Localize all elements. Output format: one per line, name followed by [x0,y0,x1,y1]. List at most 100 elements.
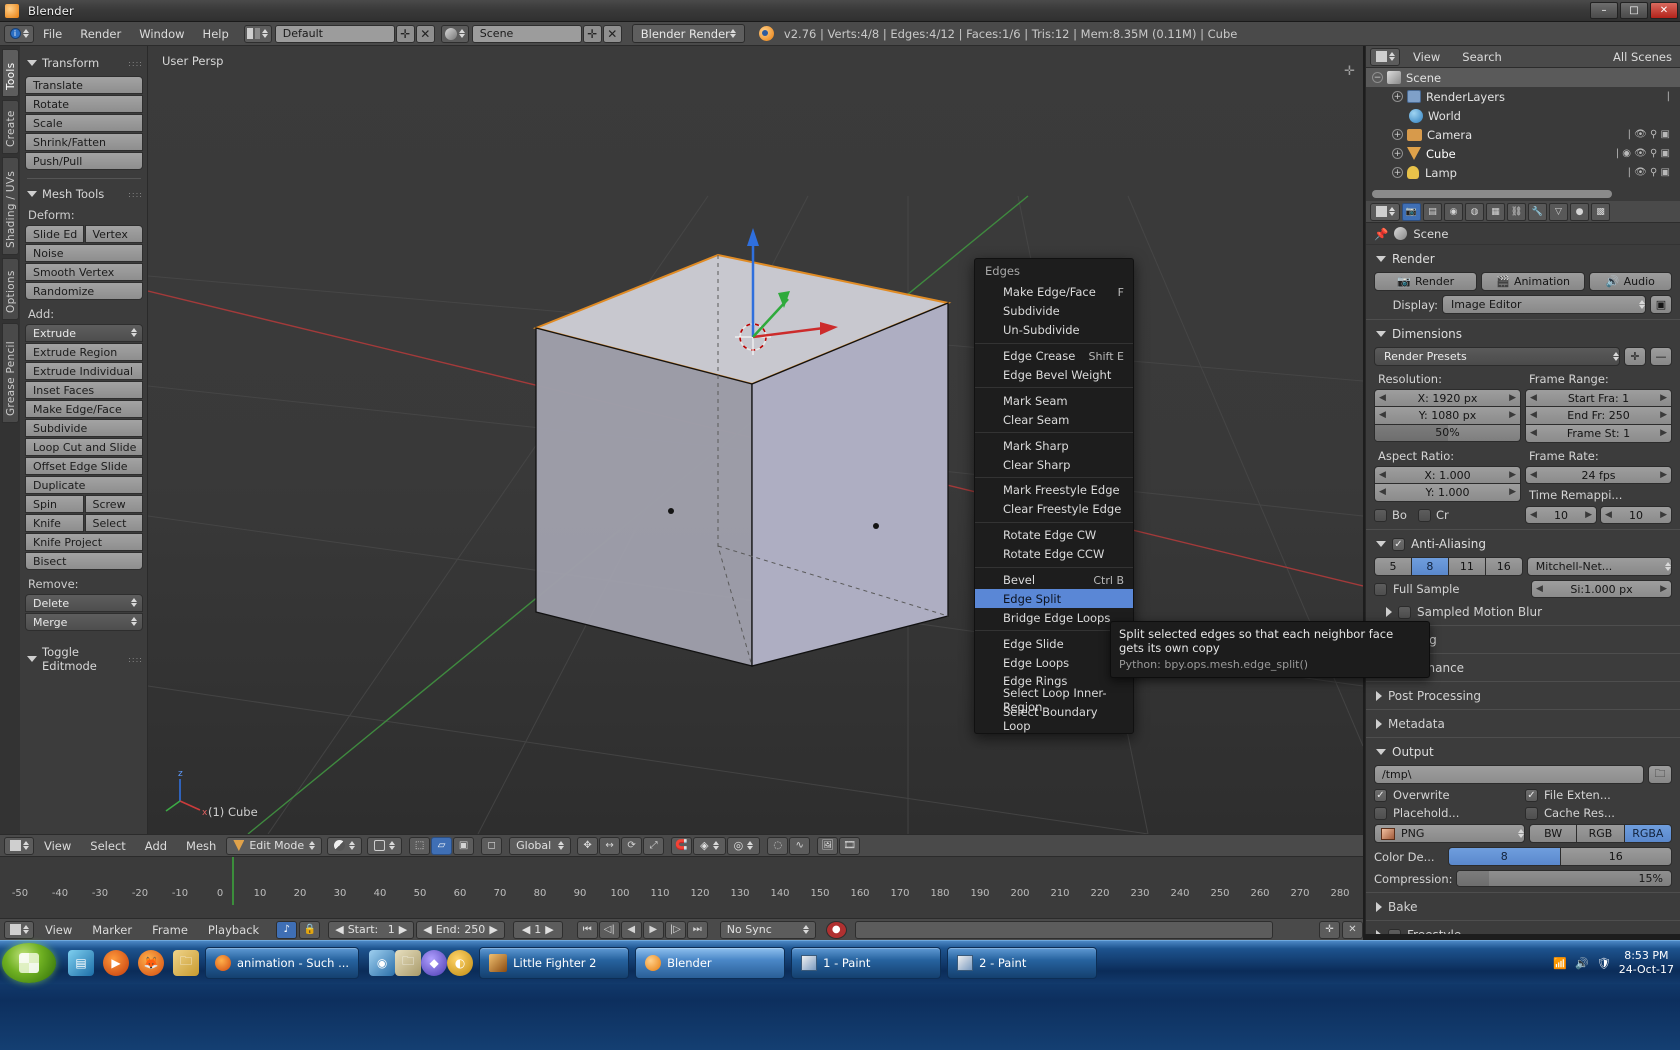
timeline-menu-frame[interactable]: Frame [143,919,197,941]
chrome-icon[interactable]: ◉ [369,949,396,976]
pin-icon[interactable]: 📌 [1374,227,1388,241]
menu-item-rotate-edge-cw[interactable]: Rotate Edge CW [975,526,1133,545]
outliner-row-toggles[interactable]: | 👁 ⚲ ▣ [1628,129,1680,140]
menu-item-edge-crease[interactable]: Edge Crease Shift E [975,347,1133,366]
tool-merge-dropdown[interactable]: Merge [25,613,143,631]
right-arrow-icon[interactable]: ▶ [1660,510,1667,520]
outliner-row-toggles[interactable]: | 👁 ⚲ ▣ [1628,167,1680,178]
color-mode-bw[interactable]: BW [1529,824,1577,843]
remap-new-field[interactable]: ◀ 10 ▶ [1600,506,1672,524]
menu-item-edge-bevel-weight[interactable]: Edge Bevel Weight [975,366,1133,385]
bake-panel-header[interactable]: Bake [1376,900,1672,914]
media-player-icon[interactable]: ▶ [103,949,129,976]
outliner-row-camera[interactable]: + Camera | 👁 ⚲ ▣ [1366,125,1680,144]
render-opengl-image-button[interactable]: 🖼 [817,836,839,855]
menu-render[interactable]: Render [71,23,130,45]
tab-shading-uvs[interactable]: Shading / UVs [2,157,19,255]
scene-browse-icon[interactable] [440,24,469,43]
start-button[interactable] [2,942,56,983]
taskbar-item-animation[interactable]: animation - Such ... [205,946,360,979]
explorer-icon[interactable]: 🗀 [173,949,199,976]
placeholders-checkbox[interactable] [1374,806,1387,820]
right-arrow-icon[interactable]: ▶ [1509,470,1516,480]
tab-tools[interactable]: Tools [2,49,19,97]
tool-slide-vertex[interactable]: Vertex [84,225,143,243]
view3d-editor-icon[interactable] [4,836,34,855]
screen-layout-field[interactable]: Default [274,24,395,43]
timeline-menu-playback[interactable]: Playback [199,919,268,941]
next-keyframe-button[interactable]: |▷ [664,920,686,939]
timeline-editor-icon[interactable] [4,920,34,939]
tool-screw[interactable]: Screw [84,495,143,513]
left-arrow-icon[interactable]: ◀ [1605,510,1612,520]
outliner-row-renderlayers[interactable]: + RenderLayers | [1366,87,1680,106]
tool-shrink-fatten[interactable]: Shrink/Fatten [25,133,143,151]
transform-panel-header[interactable]: Transform :::: [27,56,143,70]
render-engine-select[interactable]: Blender Render [631,24,745,43]
play-reverse-button[interactable]: ◀ [620,920,642,939]
overwrite-checkbox[interactable]: ✓ [1374,788,1387,802]
auto-keying-button[interactable]: ● [825,920,847,939]
aa-sample-8[interactable]: 8 [1410,557,1448,576]
tool-smooth-vertex[interactable]: Smooth Vertex [25,263,143,281]
tool-loop-cut-and-slide[interactable]: Loop Cut and Slide [25,438,143,456]
end-frame-field[interactable]: ◀ End Fr: 250 ▶ [1525,407,1672,425]
lock-time-button[interactable]: 🔒 [299,920,321,939]
outliner-horizontal-scrollbar[interactable] [1372,190,1612,198]
tool-translate[interactable]: Translate [25,76,143,94]
outliner-row-cube[interactable]: + Cube | ◉ 👁 ⚲ ▣ [1366,144,1680,163]
motion-blur-checkbox[interactable] [1398,605,1411,619]
tool-subdivide[interactable]: Subdivide [25,419,143,437]
scene-name-field[interactable]: Scene [471,24,582,43]
mesh-tools-panel-header[interactable]: Mesh Tools :::: [27,187,143,201]
tool-bisect[interactable]: Bisect [25,552,143,570]
taskbar-item-paint-2[interactable]: 2 - Paint [947,946,1098,979]
delete-scene-button[interactable]: ✕ [602,24,622,43]
menu-item-bevel[interactable]: Bevel Ctrl B [975,571,1133,590]
aa-filter-select[interactable]: Mitchell-Net... [1526,557,1672,576]
tool-make-edge-face[interactable]: Make Edge/Face [25,400,143,418]
tab-create[interactable]: Create [2,100,19,154]
left-arrow-icon[interactable]: ◀ [1379,470,1386,480]
face-select-mode-button[interactable]: ▣ [453,836,475,855]
tool-extrude-region[interactable]: Extrude Region [25,343,143,361]
outliner-menu-view[interactable]: View [1404,46,1449,68]
render-animation-button[interactable]: 🎬 Animation [1481,272,1585,291]
current-frame-field[interactable]: ◀ 1 ▶ [512,920,563,939]
remove-preset-button[interactable]: — [1650,347,1672,366]
color-mode-rgba[interactable]: RGBA [1623,824,1672,843]
color-depth-16[interactable]: 16 [1559,847,1672,866]
right-arrow-icon[interactable]: ▶ [545,923,553,936]
crop-checkbox[interactable] [1417,508,1431,522]
right-arrow-icon[interactable]: ▶ [399,923,407,936]
tool-push-pull[interactable]: Push/Pull [25,152,143,170]
interaction-mode-select[interactable]: Edit Mode [226,836,323,855]
tab-data[interactable]: ▽ [1549,202,1568,221]
proportional-edit-button[interactable]: ◌ [767,836,789,855]
tab-material[interactable]: ● [1570,202,1589,221]
tab-scene[interactable]: ◉ [1444,202,1463,221]
properties-editor-icon[interactable] [1370,202,1400,221]
menu-window[interactable]: Window [130,23,193,45]
tool-delete-dropdown[interactable]: Delete [25,594,143,612]
menu-item-make-edge-face[interactable]: Make Edge/Face F [975,283,1133,302]
outliner-row-scene[interactable]: − Scene [1366,68,1680,87]
render-opengl-animation-button[interactable]: 🎞 [839,836,861,855]
freestyle-panel-header[interactable]: Freestyle [1376,928,1672,934]
toggle-n-panel-icon[interactable]: ✛ [1344,64,1355,79]
collapse-icon[interactable]: − [1372,72,1383,83]
jump-start-button[interactable]: ⏮ [576,920,598,939]
jump-end-button[interactable]: ⏭ [686,920,708,939]
snap-toggle-button[interactable]: 🧲 [671,836,693,855]
manipulator-toggle-button[interactable]: ✥ [577,836,599,855]
prev-keyframe-button[interactable]: ◁| [598,920,620,939]
tool-knife[interactable]: Knife [25,514,84,532]
resolution-percentage-slider[interactable]: 50% [1374,425,1521,442]
menu-item-rotate-edge-ccw[interactable]: Rotate Edge CCW [975,545,1133,564]
render-panel-header[interactable]: Render [1376,252,1672,266]
tool-duplicate[interactable]: Duplicate [25,476,143,494]
delete-keyframe-button[interactable]: ✕ [1342,920,1363,939]
right-arrow-icon[interactable]: ▶ [489,923,497,936]
taskbar-clock[interactable]: 8:53 PM 24-Oct-17 [1619,949,1674,977]
tool-extrude-dropdown[interactable]: Extrude [25,324,143,342]
